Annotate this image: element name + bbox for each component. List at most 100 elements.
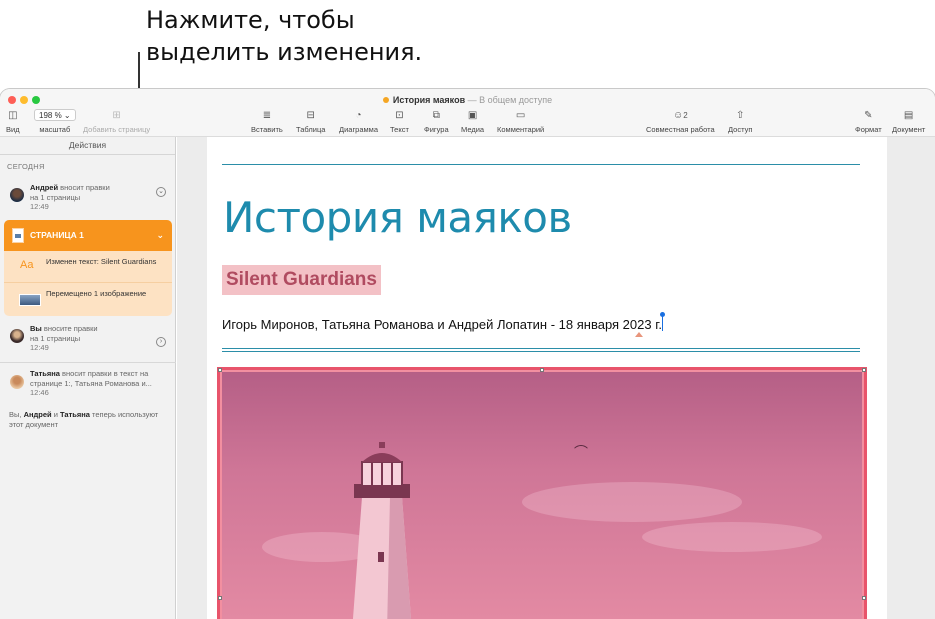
entry-detail: на 1 страницы: [30, 333, 81, 343]
joined-user-1: Андрей: [23, 410, 52, 419]
document-title[interactable]: История маяков: [223, 193, 572, 242]
toolbar: История маяков — В общем доступе ◫ Вид 1…: [0, 89, 935, 137]
shape-button[interactable]: ⧉ Фигура: [424, 109, 449, 134]
insert-icon: ≣: [262, 110, 272, 121]
zoom-control[interactable]: 198 % ⌄ масштаб: [34, 109, 76, 134]
collaborate-button[interactable]: ☺2 Совместная работа: [646, 109, 715, 134]
double-rule: [222, 348, 860, 349]
chevron-down-icon: ⌄: [63, 111, 71, 120]
format-label: Формат: [855, 125, 882, 134]
authors-line[interactable]: Игорь Миронов, Татьяна Романова и Андрей…: [222, 312, 665, 332]
paintbrush-icon: ✎: [864, 110, 873, 121]
resize-handle[interactable]: [218, 368, 222, 372]
lighthouse-photo: ⌒: [222, 372, 862, 619]
entry-action: вносите правки: [41, 324, 98, 333]
activity-entry-you[interactable]: Вы вносите правки на 1 страницы 12:49 ›: [0, 322, 176, 360]
top-rule: [222, 164, 860, 165]
change-image-label: Перемещено 1 изображение: [46, 289, 147, 298]
lighthouse-image-highlighted[interactable]: ⌒: [217, 367, 867, 619]
joined-mid: и: [51, 410, 60, 419]
document-button[interactable]: ▤ Документ: [892, 109, 925, 134]
entry-time: 12:49: [30, 202, 49, 211]
page-changes-group[interactable]: СТРАНИЦА 1 ⌄ Aa Изменен текст: Silent Gu…: [4, 220, 172, 316]
window-title: История маяков — В общем доступе: [0, 95, 935, 105]
document-page[interactable]: История маяков Silent Guardians Игорь Ми…: [207, 137, 887, 619]
activity-entry-andrey[interactable]: Андрей вносит правки на 1 страницы 12:49…: [0, 181, 176, 219]
insert-label: Вставить: [251, 125, 283, 134]
format-button[interactable]: ✎ Формат: [855, 109, 882, 134]
chevron-down-icon[interactable]: ⌄: [156, 220, 164, 251]
media-button[interactable]: ▣ Медиа: [461, 109, 484, 134]
comment-label: Комментарий: [497, 125, 545, 134]
app-window: История маяков — В общем доступе ◫ Вид 1…: [0, 89, 935, 619]
zoom-label: масштаб: [39, 125, 71, 134]
insert-button[interactable]: ≣ Вставить: [251, 109, 283, 134]
resize-handle[interactable]: [218, 596, 222, 600]
add-page-button[interactable]: ⊞ Добавить страницу: [83, 109, 150, 134]
comment-icon: ▭: [515, 110, 526, 121]
text-box-icon: ⊡: [395, 110, 404, 121]
chart-label: Диаграмма: [339, 125, 379, 134]
document-canvas[interactable]: История маяков Silent Guardians Игорь Ми…: [177, 137, 935, 619]
entry-user: Андрей: [30, 183, 59, 192]
document-label: Документ: [892, 125, 926, 134]
window-title-name: История маяков: [392, 95, 466, 105]
shape-icon: ⧉: [432, 110, 440, 121]
activity-entry-tatiana[interactable]: Татьяна вносит правки в текст на страниц…: [0, 367, 176, 403]
comment-button[interactable]: ▭ Комментарий: [497, 109, 544, 134]
table-button[interactable]: ⊟ Таблица: [296, 109, 325, 134]
avatar: [10, 375, 24, 389]
edited-dot-icon: [382, 97, 389, 103]
view-button[interactable]: ◫ Вид: [6, 109, 20, 134]
collapse-chevron-icon[interactable]: ⌄: [156, 187, 166, 197]
collaborator-cursor-icon: [660, 312, 665, 331]
table-label: Таблица: [296, 125, 326, 134]
share-button[interactable]: ⇧ Доступ: [728, 109, 752, 134]
share-icon: ⇧: [736, 110, 745, 121]
media-label: Медиа: [461, 125, 485, 134]
entry-user: Вы: [30, 324, 42, 333]
shared-status: — В общем доступе: [467, 95, 553, 105]
document-subtitle-highlighted[interactable]: Silent Guardians: [222, 265, 381, 295]
chevron-right-icon[interactable]: ›: [156, 337, 166, 347]
callout-line-2: выделить изменения.: [146, 38, 423, 66]
collab-count: 2: [683, 111, 688, 120]
page-thumbnail-icon: [12, 228, 24, 243]
collab-label: Совместная работа: [646, 125, 715, 134]
share-label: Доступ: [728, 125, 753, 134]
activity-sidebar: Действия СЕГОДНЯ Андрей вносит правки на…: [0, 137, 176, 619]
page-group-title: СТРАНИЦА 1: [30, 230, 84, 240]
callout-text: Нажмите, чтобы выделить изменения.: [146, 4, 422, 68]
document-icon: ▤: [903, 110, 914, 121]
page-group-header[interactable]: СТРАНИЦА 1 ⌄: [4, 220, 172, 251]
entry-detail: на 1 страницы: [30, 192, 81, 202]
lighthouse-illustration: [352, 442, 412, 619]
entry-action: вносит правки: [58, 183, 110, 192]
sidebar-header: Действия: [0, 137, 175, 155]
callout-line-1: Нажмите, чтобы: [146, 6, 355, 34]
sidebar-icon: ◫: [8, 110, 18, 121]
avatar: [10, 188, 24, 202]
section-today: СЕГОДНЯ: [7, 162, 45, 171]
change-text-row[interactable]: Aa Изменен текст: Silent Guardians: [4, 251, 172, 283]
shape-label: Фигура: [424, 125, 449, 134]
text-button[interactable]: ⊡ Текст: [390, 109, 409, 134]
photo-icon: ▣: [467, 110, 478, 121]
avatar: [10, 329, 24, 343]
joined-prefix: Вы,: [9, 410, 24, 419]
change-image-row[interactable]: Перемещено 1 изображение: [4, 283, 172, 315]
double-rule-2: [222, 351, 860, 352]
joined-user-2: Татьяна: [60, 410, 90, 419]
change-marker-icon: [635, 332, 643, 337]
text-change-icon: Aa: [20, 259, 34, 271]
chart-button[interactable]: ◔ Диаграмма: [339, 109, 378, 134]
resize-handle[interactable]: [862, 368, 866, 372]
resize-handle[interactable]: [862, 596, 866, 600]
zoom-select[interactable]: 198 % ⌄: [34, 109, 76, 121]
view-label: Вид: [6, 125, 20, 134]
chart-icon: ◔: [355, 110, 362, 121]
resize-handle[interactable]: [540, 368, 544, 372]
text-label: Текст: [390, 125, 409, 134]
entry-user: Татьяна: [30, 369, 60, 378]
change-text-label: Изменен текст: Silent Guardians: [46, 257, 157, 266]
